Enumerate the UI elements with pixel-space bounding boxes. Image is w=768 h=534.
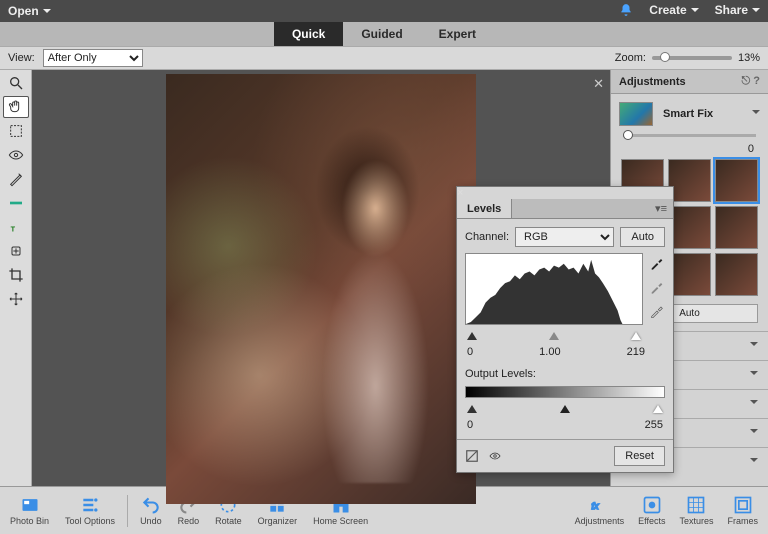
preset-thumb[interactable] [715,159,758,202]
close-document-icon[interactable]: ✕ [593,76,604,92]
zoom-slider[interactable] [652,56,732,60]
intensity-value: 0 [748,143,754,155]
preset-thumb[interactable] [715,253,758,296]
chevron-down-icon [752,110,760,118]
input-black: 0 [467,346,473,358]
output-white: 255 [645,419,663,431]
move-tool[interactable] [3,288,29,310]
tool-options-button[interactable]: Tool Options [61,493,119,528]
panel-help-icon[interactable]: ⎋ ? [742,75,760,88]
smartfix-thumb-icon [619,102,653,126]
reset-button[interactable]: Reset [614,446,665,466]
open-menu[interactable]: Open [8,4,51,18]
chevron-down-icon [691,8,699,16]
straighten-tool[interactable] [3,192,29,214]
share-menu[interactable]: Share [715,3,760,20]
output-black: 0 [467,419,473,431]
visibility-icon[interactable] [487,450,503,462]
notifications-icon[interactable] [619,3,633,20]
svg-text:fx: fx [592,501,600,511]
smartfix-label: Smart Fix [663,108,713,120]
preset-thumb[interactable] [668,159,711,202]
hand-tool[interactable] [3,96,29,118]
adjustments-button[interactable]: fxAdjustments [571,493,629,528]
channel-select[interactable]: RGB [515,227,614,247]
effects-button[interactable]: Effects [634,493,669,528]
input-gamma: 1.00 [539,346,560,358]
gray-eyedropper-icon[interactable] [649,279,665,295]
levels-dialog: × Levels ▾≡ Channel: RGB Auto 0 1.00 219… [456,186,674,473]
svg-text:T: T [10,225,15,234]
panel-title: Adjustments [619,76,686,88]
whiten-tool[interactable] [3,168,29,190]
preset-thumb[interactable] [668,253,711,296]
preset-thumb[interactable] [715,206,758,249]
zoom-percent: 13% [738,52,760,64]
tab-quick[interactable]: Quick [274,22,343,46]
preset-thumb[interactable] [668,206,711,249]
smartfix-header[interactable]: Smart Fix [611,94,768,134]
tab-expert[interactable]: Expert [421,22,494,46]
channel-label: Channel: [465,231,509,243]
levels-auto-button[interactable]: Auto [620,227,665,247]
zoom-label: Zoom: [615,52,646,64]
zoom-tool[interactable] [3,72,29,94]
selection-tool[interactable] [3,120,29,142]
document-image [166,74,476,504]
undo-button[interactable]: Undo [136,493,166,528]
view-label: View: [8,52,35,64]
chevron-down-icon [752,8,760,16]
mode-tabs: Quick Guided Expert [0,22,768,46]
tab-guided[interactable]: Guided [343,22,420,46]
panel-menu-icon[interactable]: ▾≡ [655,202,667,215]
histogram [465,253,643,325]
create-menu[interactable]: Create [649,3,698,20]
frames-button[interactable]: Frames [723,493,762,528]
crop-tool[interactable] [3,264,29,286]
output-gradient [465,386,665,398]
close-dialog-icon[interactable]: × [457,187,463,199]
input-white: 219 [627,346,645,358]
spot-heal-tool[interactable] [3,240,29,262]
app-menubar: Open Create Share [0,0,768,22]
toggle-preview-checkbox[interactable] [465,449,479,463]
toolbox: T [0,70,32,486]
chevron-down-icon [43,9,51,17]
black-eyedropper-icon[interactable] [649,255,665,271]
smartfix-intensity-slider[interactable] [623,134,756,137]
eye-tool[interactable] [3,144,29,166]
textures-button[interactable]: Textures [675,493,717,528]
photo-bin-button[interactable]: Photo Bin [6,493,53,528]
white-eyedropper-icon[interactable] [649,303,665,319]
output-sliders[interactable] [465,400,665,413]
input-sliders[interactable] [465,327,665,340]
type-tool[interactable]: T [3,216,29,238]
output-label: Output Levels: [465,368,665,380]
options-bar: View: After Only Zoom: 13% [0,46,768,70]
levels-tab[interactable]: Levels [457,199,512,218]
view-select[interactable]: After Only [43,49,143,67]
